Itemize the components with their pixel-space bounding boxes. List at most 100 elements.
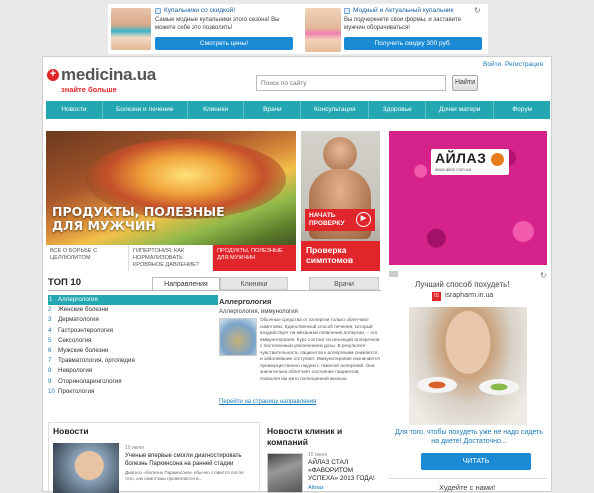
side-ad-plate-right xyxy=(479,379,519,395)
ad-swimsuit-image-1[interactable] xyxy=(111,8,151,50)
tab-doctors[interactable]: Врачи xyxy=(309,277,379,290)
news-text: Диагноз «болезнь Паркинсона» обычно став… xyxy=(125,470,244,482)
detail-image xyxy=(219,318,257,356)
top10-title: ТОП 10 xyxy=(48,277,81,288)
top-ad-strip: Купальники со скидкой! Самые модные купа… xyxy=(108,4,488,54)
hero-caption-1[interactable]: ВСЕ О БОРЬБЕ С ЦЕЛЛЮЛИТОМ xyxy=(46,245,129,271)
item-label: Травматология, ортопедия xyxy=(58,357,135,365)
tab-clinics[interactable]: Клиники xyxy=(220,277,288,290)
item-number: 9 xyxy=(48,377,52,385)
side-ad-title[interactable]: Лучший способ похудеть! xyxy=(415,280,510,289)
clinic-news-title: Новости клиник и компаний xyxy=(267,426,342,448)
nav-item-diseases[interactable]: Болезни и лечение xyxy=(103,101,188,119)
side-ad-domain[interactable]: israpharm.in.ua xyxy=(445,292,493,299)
item-label: Мужские болезни xyxy=(58,346,109,354)
search-button[interactable]: Найти xyxy=(452,75,478,91)
side-ad-button[interactable]: ЧИТАТЬ xyxy=(421,453,531,470)
play-icon: ▶ xyxy=(356,212,371,227)
banner-logo-box: АЙЛАЗ www.ailaz.com.ua xyxy=(431,149,509,175)
item-label: Аллергология xyxy=(58,296,98,303)
ad-text: Самые модные купальники этого сезона! Вы… xyxy=(155,17,280,31)
ad-title[interactable]: Модный и Актуальный купальник xyxy=(353,7,483,14)
list-item-3[interactable]: 3 Дерматология xyxy=(48,315,218,325)
nav-item-doctors[interactable]: Врачи xyxy=(244,101,302,119)
news-headline[interactable]: Ученые впервые смогли диагностировать бо… xyxy=(125,453,250,468)
clinic-news-date: 10 июня xyxy=(308,452,327,458)
news-date: 10 июня xyxy=(125,445,144,451)
refresh-icon[interactable]: ↻ xyxy=(474,6,481,15)
ad-marker-icon xyxy=(155,8,161,14)
detail-text: Обычные средства от аллергии только обле… xyxy=(260,317,380,381)
news-image[interactable] xyxy=(53,443,119,493)
hero-headline-line2: ДЛЯ МУЖЧИН xyxy=(52,218,156,233)
list-item-6[interactable]: 6 Мужские болезни xyxy=(48,346,218,356)
side-ad-image[interactable] xyxy=(409,307,527,425)
logo-plus-icon: + xyxy=(47,69,59,81)
list-item-5[interactable]: 5 Сексология xyxy=(48,336,218,346)
logo-tagline: знайте больше xyxy=(61,85,117,94)
symptom-check-caption[interactable]: Проверка симптомов xyxy=(301,241,380,271)
item-number: 5 xyxy=(48,336,52,344)
ad-swimsuit-image-2[interactable] xyxy=(305,8,341,52)
item-label: Гастроэнтерология xyxy=(58,326,113,334)
item-number: 3 xyxy=(48,316,52,324)
search-input[interactable] xyxy=(256,75,446,91)
list-item-4[interactable]: 4 Гастроэнтерология xyxy=(48,326,218,336)
nav-item-consultation[interactable]: Консультация xyxy=(301,101,370,119)
logo[interactable]: + medicina.ua знайте больше xyxy=(47,65,177,95)
ad-button[interactable]: Смотреть цены! xyxy=(155,37,293,50)
clinic-news-headline[interactable]: АЙЛАЗ СТАЛ «ФАВОРИТОМ УСПЕХА» 2013 ГОДА! xyxy=(308,459,378,483)
main-nav: Новости Болезни и лечение Клиники Врачи … xyxy=(46,101,550,119)
body-figure xyxy=(323,137,357,171)
tab-directions[interactable]: Направления xyxy=(152,277,220,290)
logo-text: medicina.ua xyxy=(61,65,156,84)
clinic-news-image[interactable] xyxy=(267,453,303,493)
ad-title[interactable]: Купальники со скидкой! xyxy=(164,7,304,14)
list-item-9[interactable]: 9 Оториноларингология xyxy=(48,377,218,387)
item-number: 10 xyxy=(48,387,55,395)
item-label: Сексология xyxy=(58,336,92,344)
ad-button[interactable]: Получить скидку 300 руб. xyxy=(344,37,482,50)
side-ad-bottom-title[interactable]: Худейте с нами! xyxy=(439,483,495,492)
list-item-8[interactable]: 8 Неврология xyxy=(48,366,218,376)
start-check-button[interactable]: НАЧАТЬ ПРОВЕРКУ ▶ xyxy=(305,209,375,231)
ailaz-banner[interactable]: АЙЛАЗ www.ailaz.com.ua xyxy=(389,131,547,265)
nav-item-mothers[interactable]: Дочки матери xyxy=(426,101,495,119)
nav-item-health[interactable]: Здоровье xyxy=(369,101,427,119)
item-label: Оториноларингология xyxy=(58,377,122,385)
detail-link[interactable]: Перейти на страницу направления xyxy=(219,399,316,405)
hero-headline-line1: ПРОДУКТЫ, ПОЛЕЗНЫЕ xyxy=(52,204,225,219)
list-item-1[interactable]: 1 Аллергология xyxy=(48,295,218,306)
register-link[interactable]: Регистрация xyxy=(505,61,543,68)
item-label: Женские болезни xyxy=(58,306,109,314)
nav-item-clinics[interactable]: Клиники xyxy=(188,101,245,119)
banner-url: www.ailaz.com.ua xyxy=(435,167,472,172)
hero-headline: ПРОДУКТЫ, ПОЛЕЗНЫЕ ДЛЯ МУЖЧИН xyxy=(52,205,225,233)
side-ad-plate-left xyxy=(417,377,457,393)
banner-eye-icon xyxy=(491,153,504,166)
item-label: Проктология xyxy=(58,387,95,395)
refresh-icon[interactable]: ↻ xyxy=(540,271,547,280)
news-title: Новости xyxy=(53,426,89,436)
detail-subtitle: Аллергология, иммунология xyxy=(219,309,298,315)
item-number: 2 xyxy=(48,306,52,314)
nav-item-news[interactable]: Новости xyxy=(46,101,103,119)
detail-title: Аллергология xyxy=(219,297,272,306)
clinic-news-title-line2: компаний xyxy=(267,437,308,447)
start-check-label: НАЧАТЬ ПРОВЕРКУ xyxy=(309,212,345,227)
clinic-news-company[interactable]: Айлаз xyxy=(308,485,323,491)
nav-item-forum[interactable]: Форум xyxy=(494,101,550,119)
login-link[interactable]: Войти xyxy=(483,61,501,68)
symptom-check-panel[interactable]: НАЧАТЬ ПРОВЕРКУ ▶ Проверка симптомов xyxy=(301,131,380,271)
hero-slider[interactable]: ПРОДУКТЫ, ПОЛЕЗНЫЕ ДЛЯ МУЖЧИН ВСЕ О БОРЬ… xyxy=(46,131,296,271)
ad-marker-icon xyxy=(344,8,350,14)
hero-caption-3[interactable]: ПРОДУКТЫ, ПОЛЕЗНЫЕ ДЛЯ МУЖЧИН xyxy=(213,245,296,271)
list-item-7[interactable]: 7 Травматология, ортопедия xyxy=(48,356,218,366)
list-item-2[interactable]: 2 Женские болезни xyxy=(48,305,218,315)
banner-brand: АЙЛАЗ xyxy=(435,150,487,166)
hero-caption-2[interactable]: ГИПЕРТОНИЯ: КАК НОРМАЛИЗОВАТЬ КРОВЯНОЕ Д… xyxy=(129,245,213,271)
list-item-10[interactable]: 10 Проктология xyxy=(48,387,218,397)
item-number: 1 xyxy=(49,296,53,303)
clinic-news-title-line1: Новости клиник и xyxy=(267,426,343,436)
item-number: 4 xyxy=(48,326,52,334)
